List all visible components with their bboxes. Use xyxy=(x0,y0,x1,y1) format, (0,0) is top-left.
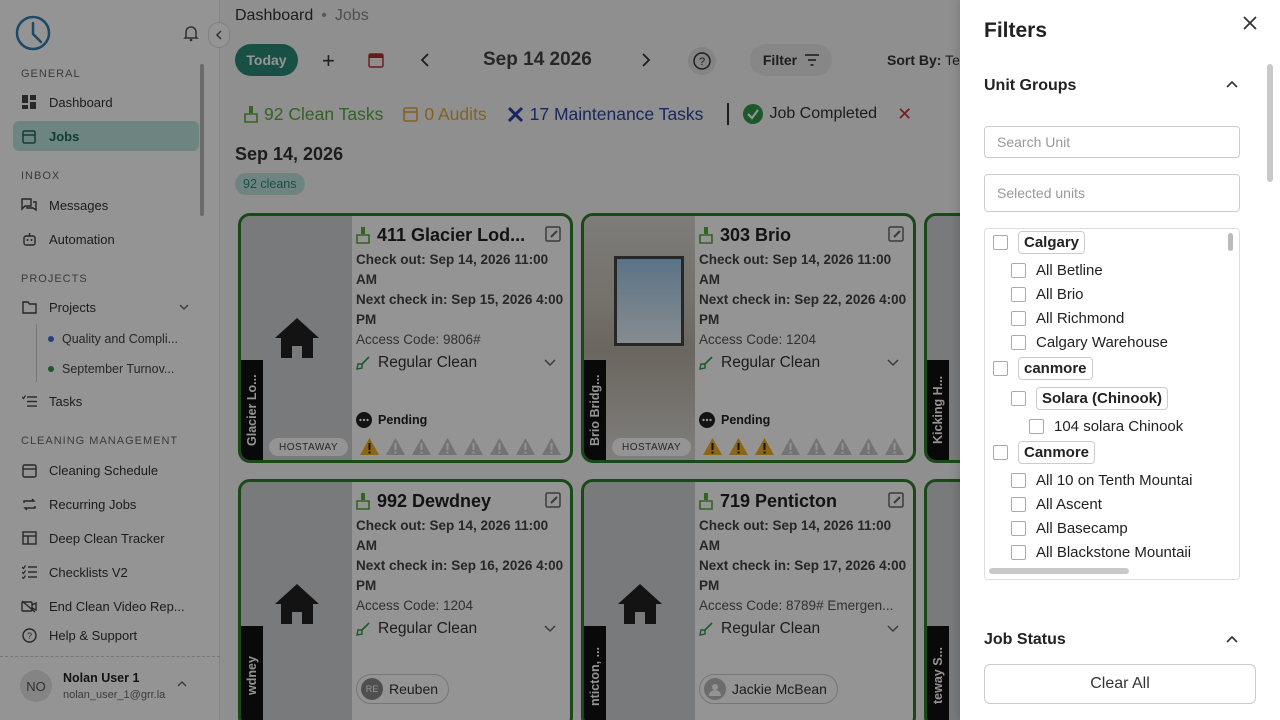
tree-label: All Betline xyxy=(1036,262,1103,279)
tree-label: canmore xyxy=(1018,357,1093,380)
checkbox[interactable] xyxy=(1011,497,1026,512)
tree-label: All Basecamp xyxy=(1036,520,1128,537)
tree-label: Canmore xyxy=(1018,441,1096,464)
checkbox[interactable] xyxy=(993,235,1008,250)
selected-units-input[interactable] xyxy=(984,174,1240,212)
tree-item[interactable]: All 10 on Tenth Mountai xyxy=(1011,472,1207,489)
tree-label: Calgary Warehouse xyxy=(1036,334,1169,351)
checkbox[interactable] xyxy=(1011,521,1026,536)
checkbox[interactable] xyxy=(1011,545,1026,560)
tree-group-canmore-lower[interactable]: canmore xyxy=(993,357,1093,380)
tree-label: Calgary xyxy=(1018,231,1086,254)
chevron-up-icon[interactable] xyxy=(1226,80,1238,88)
tree-item[interactable]: All Betline xyxy=(1011,262,1103,279)
tree-label: Solara (Chinook) xyxy=(1036,387,1169,410)
tree-label: All Ascent xyxy=(1036,496,1102,513)
checkbox[interactable] xyxy=(1011,335,1026,350)
tree-group-canmore[interactable]: Canmore xyxy=(993,441,1096,464)
tree-item[interactable]: All Basecamp xyxy=(1011,520,1128,537)
checkbox[interactable] xyxy=(1011,391,1026,406)
tree-item[interactable]: All Brio xyxy=(1011,286,1084,303)
checkbox[interactable] xyxy=(993,445,1008,460)
checkbox[interactable] xyxy=(1029,419,1044,434)
tree-label: All Blackstone Mountaii xyxy=(1036,544,1192,561)
checkbox[interactable] xyxy=(1011,473,1026,488)
unit-groups-heading[interactable]: Unit Groups xyxy=(984,77,1076,95)
chevron-up-icon[interactable] xyxy=(1226,635,1238,643)
job-status-heading[interactable]: Job Status xyxy=(984,631,1066,649)
modal-backdrop[interactable] xyxy=(0,0,960,720)
unit-tree: Calgary All Betline All Brio All Richmon… xyxy=(984,228,1240,580)
tree-label: All 10 on Tenth Mountai xyxy=(1036,472,1193,489)
panel-title: Filters xyxy=(984,19,1048,42)
tree-item[interactable]: Calgary Warehouse xyxy=(1011,334,1168,351)
close-icon[interactable] xyxy=(1241,14,1259,32)
checkbox[interactable] xyxy=(993,361,1008,376)
clear-all-button[interactable]: Clear All xyxy=(984,664,1256,704)
panel-scrollbar[interactable] xyxy=(1267,64,1273,182)
tree-vertical-scrollbar[interactable] xyxy=(1228,233,1233,251)
tree-item[interactable]: All Ascent xyxy=(1011,496,1102,513)
tree-item[interactable]: All Richmond xyxy=(1011,310,1124,327)
tree-label: All Richmond xyxy=(1036,310,1125,327)
checkbox[interactable] xyxy=(1011,311,1026,326)
tree-label: All Brio xyxy=(1036,286,1084,303)
tree-label: 104 solara Chinook xyxy=(1054,418,1184,435)
checkbox[interactable] xyxy=(1011,287,1026,302)
tree-horizontal-scrollbar[interactable] xyxy=(989,568,1129,574)
tree-group-calgary[interactable]: Calgary xyxy=(993,231,1086,254)
tree-item[interactable]: 104 solara Chinook xyxy=(1029,418,1183,435)
search-unit-input[interactable] xyxy=(984,126,1240,158)
filters-panel: Filters Unit Groups Calgary All Betline … xyxy=(960,0,1280,720)
tree-group-solara[interactable]: Solara (Chinook) xyxy=(1011,387,1169,410)
tree-item[interactable]: All Blackstone Mountaii xyxy=(1011,544,1207,561)
checkbox[interactable] xyxy=(1011,263,1026,278)
